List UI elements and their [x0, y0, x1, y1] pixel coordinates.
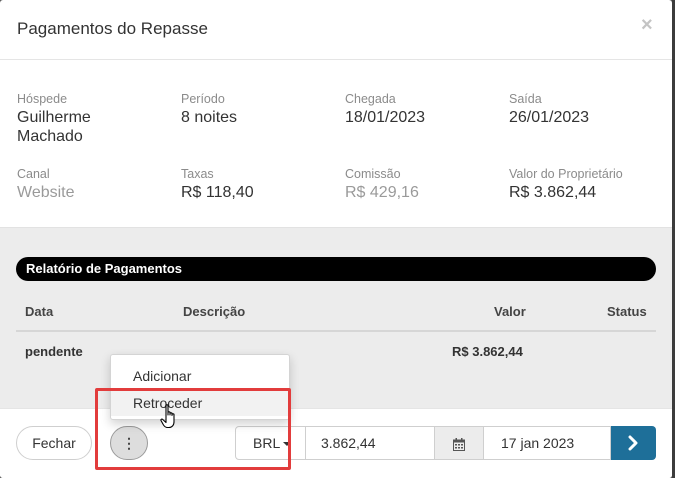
report-title-bar: Relatório de Pagamentos [16, 257, 656, 281]
row-valor-cell: R$ 3.862,44 [452, 344, 523, 359]
amount-input[interactable]: 3.862,44 [305, 426, 435, 460]
row-data-cell: pendente [25, 344, 83, 359]
field-valor-proprietario: Valor do Proprietário R$ 3.862,44 [509, 167, 623, 202]
calendar-icon[interactable] [434, 426, 484, 460]
field-value: 8 noites [181, 109, 238, 126]
guest-first-name: Guilherme [17, 109, 91, 126]
close-icon[interactable]: × [641, 14, 653, 37]
column-header-valor: Valor [494, 304, 526, 319]
modal-header: Pagamentos do Repasse × [0, 0, 672, 60]
field-label: Canal [17, 167, 50, 181]
field-value: R$ 3.862,44 [509, 184, 597, 201]
field-label: Período [181, 92, 225, 106]
field-label: Chegada [345, 92, 396, 106]
field-label: Comissão [345, 167, 401, 181]
close-button[interactable]: Fechar [16, 426, 92, 460]
field-label: Valor do Proprietário [509, 167, 623, 181]
guest-last-name: Machado [17, 128, 83, 145]
booking-details: Hóspede Guilherme Machado Período 8 noit… [0, 61, 672, 227]
hand-cursor-icon [160, 404, 175, 429]
field-label: Taxas [181, 167, 214, 181]
column-header-data: Data [25, 304, 54, 319]
field-saida: Saída 26/01/2023 [509, 92, 589, 127]
field-label: Saída [509, 92, 542, 106]
table-header-divider [16, 330, 656, 332]
submit-button[interactable] [611, 426, 656, 460]
field-comissao: Comissão R$ 429,16 [345, 167, 419, 202]
menu-item-adicionar[interactable]: Adicionar [111, 363, 289, 389]
chevron-right-icon [628, 435, 638, 451]
highlight-box [95, 388, 291, 470]
field-periodo: Período 8 noites [181, 92, 237, 127]
field-value: 26/01/2023 [509, 109, 590, 126]
field-canal: Canal Website [17, 167, 75, 202]
field-value: 18/01/2023 [345, 109, 426, 126]
column-header-descricao: Descrição [183, 304, 246, 319]
payments-report-section: Relatório de Pagamentos Data Descrição V… [0, 227, 672, 408]
column-header-status: Status [607, 304, 647, 319]
field-value: R$ 429,16 [345, 184, 419, 201]
field-label: Hóspede [17, 92, 68, 106]
field-hospede: Hóspede Guilherme Machado [17, 92, 91, 146]
field-value: Website [17, 184, 75, 201]
modal-title: Pagamentos do Repasse [17, 19, 208, 38]
field-value: R$ 118,40 [181, 184, 254, 201]
field-taxas: Taxas R$ 118,40 [181, 167, 254, 202]
field-chegada: Chegada 18/01/2023 [345, 92, 425, 127]
field-value: Guilherme Machado [17, 108, 91, 146]
date-input[interactable]: 17 jan 2023 [483, 426, 611, 460]
